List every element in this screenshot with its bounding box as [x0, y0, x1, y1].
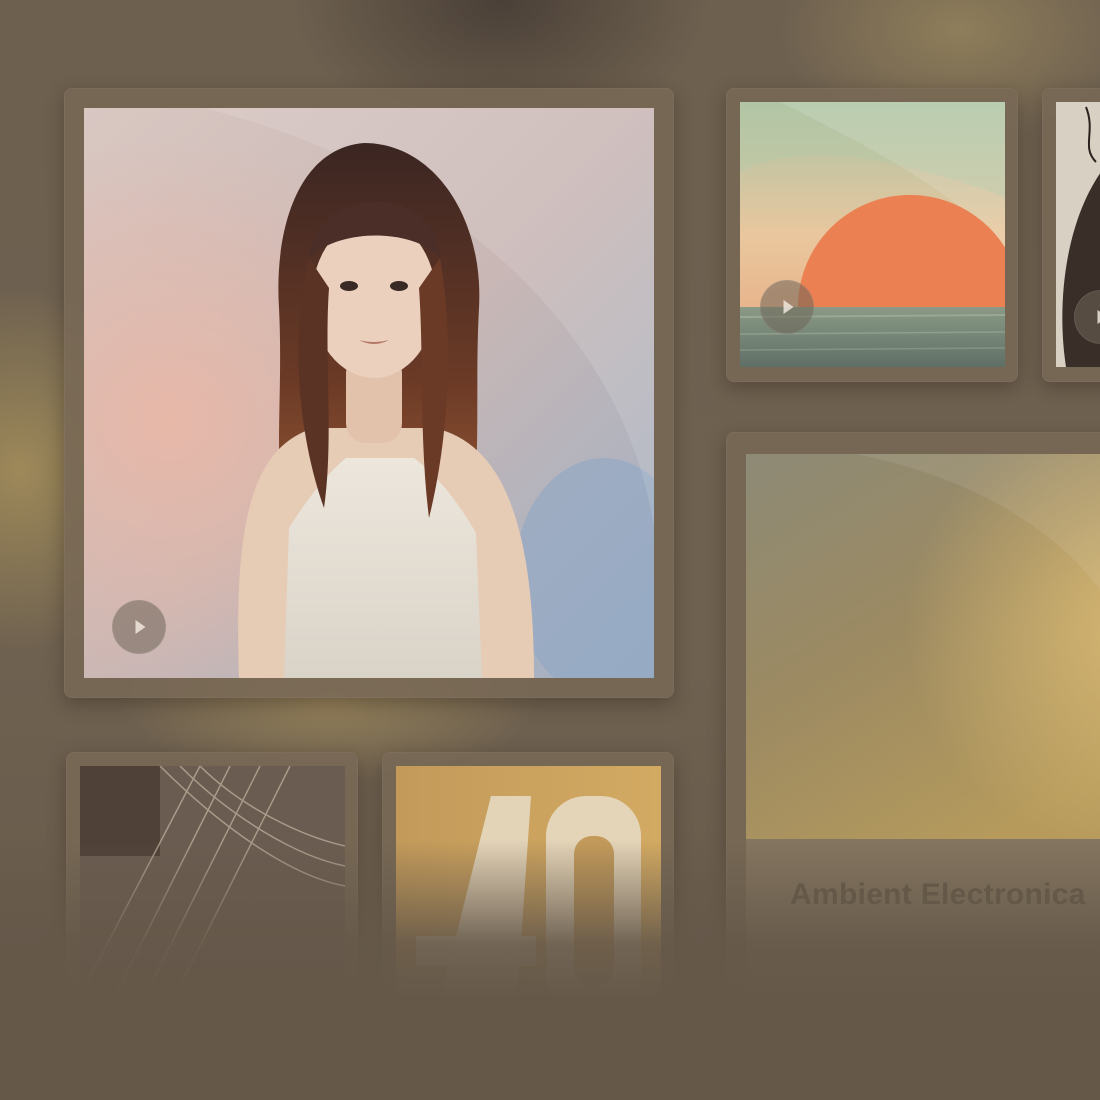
album-art-sunset [740, 102, 1005, 367]
playlist-card-footer [746, 839, 1100, 992]
album-tile-partial[interactable] [1042, 88, 1100, 382]
album-art-lines [80, 766, 345, 1016]
playlist-card-title: Ambient Electronica [790, 878, 1086, 911]
playlist-card-art [746, 454, 1100, 839]
portrait-artwork [84, 108, 654, 678]
featured-play-button[interactable] [112, 600, 166, 654]
guitar-strings-artwork [80, 766, 345, 1016]
featured-album-tile[interactable] [64, 88, 674, 698]
album-tile-sunset[interactable] [726, 88, 1018, 382]
number-forty-artwork [396, 766, 661, 1016]
album-tile-forty[interactable] [382, 752, 674, 1032]
album-tile-lines[interactable] [66, 752, 358, 1032]
album-play-button[interactable] [760, 280, 814, 334]
gradient-artwork [746, 454, 1100, 839]
featured-album-art [84, 108, 654, 678]
music-gallery: Ambient Electronica [0, 0, 1100, 1100]
album-art-forty [396, 766, 661, 1016]
album-art-partial [1056, 102, 1100, 367]
